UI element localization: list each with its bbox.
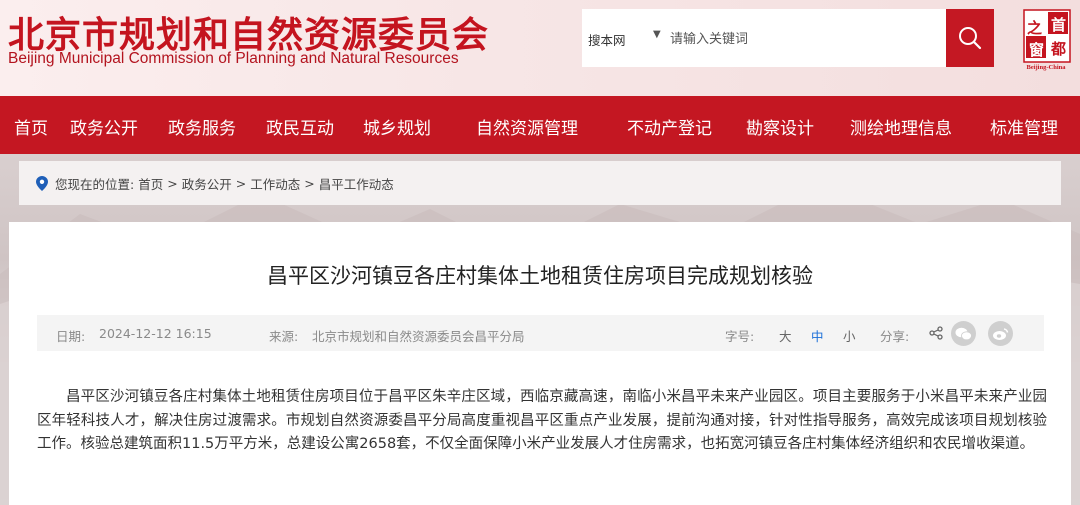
capital-window-logo[interactable]: 之 首 窗 都 Beijing-China [1018, 8, 1074, 76]
logo-caption: Beijing-China [1026, 64, 1066, 71]
date-label: 日期: [56, 329, 86, 344]
nav-item-urban-planning[interactable]: 城乡规划 [363, 114, 431, 139]
logo-char-du: 都 [1051, 40, 1067, 58]
article-body: 昌平区沙河镇豆各庄村集体土地租赁住房项目位于昌平区朱辛庄区域，西临京藏高速，南临… [37, 389, 1047, 452]
site-title-english: Beijing Municipal Commission of Planning… [8, 50, 459, 67]
article-container: 昌平区沙河镇豆各庄村集体土地租赁住房项目完成规划核验 日期: 2024-12-1… [9, 222, 1071, 505]
weibo-share-button[interactable] [988, 321, 1013, 346]
site-header: 北京市规划和自然资源委员会 Beijing Municipal Commissi… [0, 0, 1080, 96]
breadcrumb-item-work-news[interactable]: 工作动态 [250, 174, 300, 193]
breadcrumb-item-changping-news[interactable]: 昌平工作动态 [319, 174, 394, 193]
font-size-medium-button[interactable]: 中 [811, 326, 824, 345]
wechat-share-button[interactable] [951, 321, 976, 346]
nav-item-home[interactable]: 首页 [14, 114, 48, 139]
share-label: 分享: [880, 329, 910, 344]
nav-item-mapping[interactable]: 测绘地理信息 [850, 114, 952, 139]
breadcrumb-separator: > [167, 176, 178, 191]
search-icon [959, 27, 982, 50]
nav-item-survey-design[interactable]: 勘察设计 [746, 114, 814, 139]
logo-char-zhi: 之 [1027, 19, 1043, 37]
font-size-label: 字号: [725, 329, 755, 344]
search-input[interactable] [670, 28, 930, 50]
article-title: 昌平区沙河镇豆各庄村集体土地租赁住房项目完成规划核验 [267, 264, 813, 288]
article-date: 2024-12-12 16:15 [99, 326, 212, 341]
breadcrumb-item-home[interactable]: 首页 [138, 174, 163, 193]
caret-down-icon[interactable]: ▼ [653, 29, 661, 40]
logo-char-chuang: 窗 [1029, 41, 1045, 59]
breadcrumb: 您现在的位置: 首页 > 政务公开 > 工作动态 > 昌平工作动态 [36, 174, 398, 193]
nav-item-interaction[interactable]: 政民互动 [266, 114, 334, 139]
search-scope-select[interactable]: 搜本网 [588, 30, 626, 49]
nav-item-natural-resources[interactable]: 自然资源管理 [476, 114, 578, 139]
search-box: 搜本网 ▼ [582, 9, 946, 67]
breadcrumb-item-gov-affairs-open[interactable]: 政务公开 [182, 174, 232, 193]
breadcrumb-prefix: 您现在的位置: [55, 177, 135, 192]
wechat-icon [955, 327, 972, 340]
article-meta-bar: 日期: 2024-12-12 16:15 来源: 北京市规划和自然资源委员会昌平… [37, 315, 1044, 351]
nav-item-gov-affairs-open[interactable]: 政务公开 [70, 114, 138, 139]
font-size-large-button[interactable]: 大 [779, 326, 792, 345]
search-button[interactable] [946, 9, 994, 67]
font-size-small-button[interactable]: 小 [843, 326, 856, 345]
breadcrumb-separator: > [304, 176, 315, 191]
nav-item-standards[interactable]: 标准管理 [990, 114, 1058, 139]
weibo-icon [993, 327, 1009, 340]
nav-item-gov-services[interactable]: 政务服务 [168, 114, 236, 139]
logo-char-shou: 首 [1051, 16, 1067, 34]
source-label: 来源: [269, 329, 299, 344]
location-pin-icon [36, 176, 48, 191]
main-nav: 首页 政务公开 政务服务 政民互动 城乡规划 自然资源管理 不动产登记 勘察设计… [0, 96, 1080, 154]
nav-item-real-estate[interactable]: 不动产登记 [627, 114, 712, 139]
share-icon[interactable] [929, 326, 943, 340]
breadcrumb-separator: > [235, 176, 247, 191]
article-source: 北京市规划和自然资源委员会昌平分局 [312, 329, 525, 344]
